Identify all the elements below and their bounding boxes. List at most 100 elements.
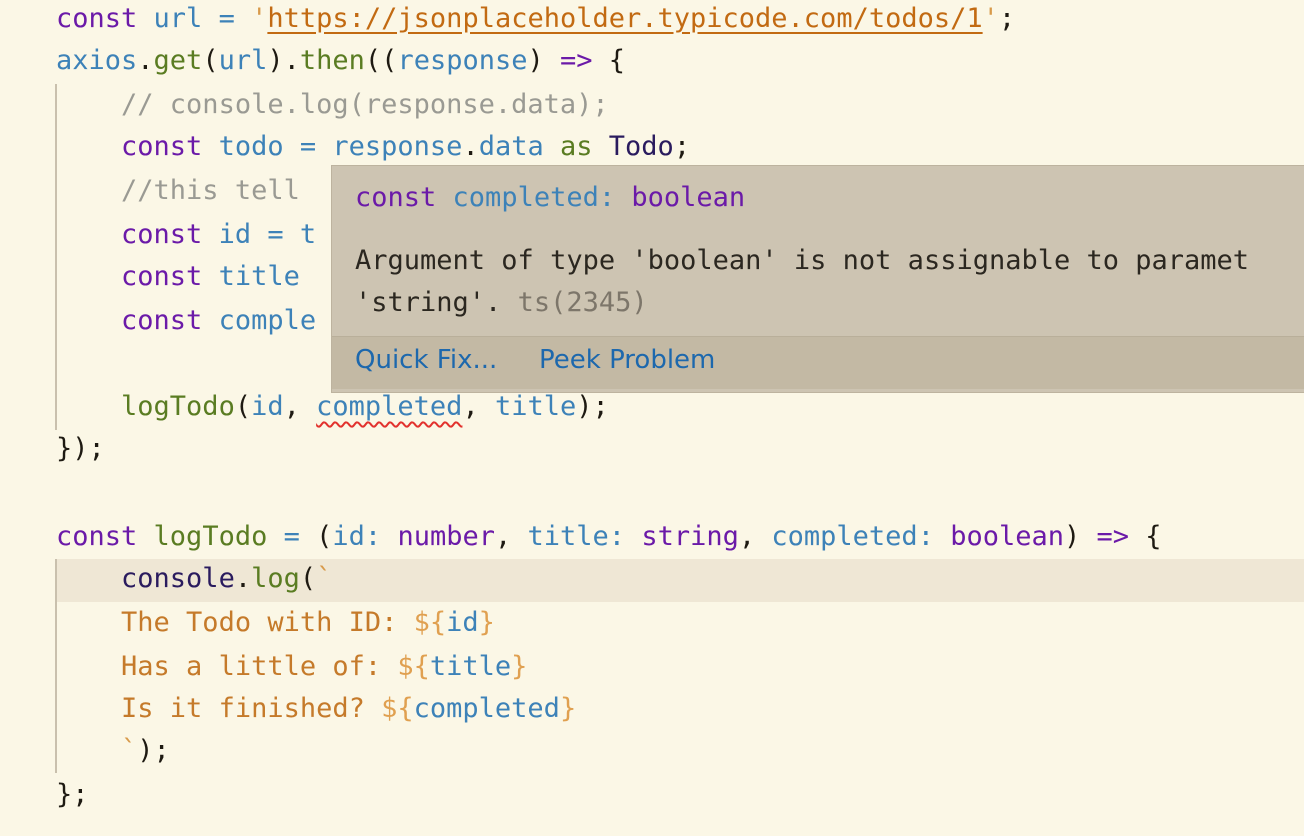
keyword: const: [121, 261, 203, 292]
identifier: title: [218, 261, 300, 292]
arrow-operator: =>: [1096, 521, 1130, 552]
punctuation: (: [202, 45, 219, 76]
type-name: string: [641, 521, 739, 552]
code-line-17[interactable]: Is it finished? ${completed}: [56, 687, 576, 731]
punctuation: };: [56, 779, 89, 810]
code-line-18[interactable]: `);: [56, 729, 170, 773]
hover-actions-bar: Quick Fix... Peek Problem: [332, 336, 1304, 389]
code-line-13[interactable]: const logTodo = (id: number, title: stri…: [56, 515, 1162, 559]
punctuation: ,: [494, 521, 528, 552]
type-name: Todo: [608, 131, 674, 162]
punctuation: :: [364, 521, 382, 552]
code-editor[interactable]: const url = 'https://jsonplaceholder.typ…: [0, 0, 1304, 836]
punctuation: ,: [283, 391, 317, 422]
code-line-16[interactable]: Has a little of: ${title}: [56, 645, 527, 689]
template-text: Has a little of:: [121, 651, 398, 682]
punctuation: {: [1129, 521, 1162, 552]
punctuation: ;: [673, 131, 691, 162]
parameter: response: [397, 45, 528, 76]
template-interp: }: [478, 607, 495, 638]
punctuation: ,: [462, 391, 495, 422]
code-line-19[interactable]: };: [56, 773, 89, 817]
identifier: url: [218, 45, 268, 76]
hover-tooltip[interactable]: const completed: boolean Argument of typ…: [332, 166, 1304, 392]
code-line-11[interactable]: });: [56, 427, 105, 471]
template-text: The Todo with ID:: [121, 607, 414, 638]
template-interp: ${: [381, 693, 414, 724]
function-name: get: [153, 45, 203, 76]
code-line-5[interactable]: //this tell: [56, 169, 300, 213]
quick-fix-link[interactable]: Quick Fix...: [355, 345, 497, 375]
identifier: todo: [218, 131, 284, 162]
operator: =: [267, 521, 317, 552]
parameter: title: [527, 521, 609, 552]
punctuation: );: [576, 391, 609, 422]
function-name: logTodo: [121, 391, 235, 422]
code-line-14[interactable]: console.log(`: [56, 557, 332, 601]
parameter: id: [332, 521, 365, 552]
template-interp: }: [511, 651, 528, 682]
punctuation: ;: [998, 3, 1016, 34]
punctuation: ,: [738, 521, 772, 552]
keyword: const: [121, 219, 203, 250]
punctuation: .: [137, 45, 154, 76]
operator: =: [202, 3, 252, 34]
parameter: completed: [771, 521, 918, 552]
punctuation: .: [462, 131, 479, 162]
keyword: const: [121, 305, 203, 336]
identifier: response: [332, 131, 463, 162]
code-fragment: = t: [251, 219, 317, 250]
type-name: boolean: [950, 521, 1065, 552]
url-link[interactable]: https://jsonplaceholder.typicode.com/tod…: [267, 3, 982, 34]
string-quote: ': [982, 3, 999, 34]
identifier: completed: [413, 693, 560, 724]
punctuation: {: [592, 45, 626, 76]
comment: // console.log(response.data);: [121, 89, 609, 120]
identifier: axios: [56, 45, 138, 76]
string-quote: ': [251, 3, 268, 34]
code-line-2[interactable]: axios.get(url).then((response) => {: [56, 39, 625, 83]
identifier: id: [446, 607, 479, 638]
error-message-line: 'string'.: [355, 287, 502, 318]
hover-signature: const completed: boolean: [355, 178, 745, 218]
punctuation: (: [234, 391, 252, 422]
code-line-7[interactable]: const title: [56, 255, 300, 299]
code-line-6[interactable]: const id = t: [56, 213, 316, 257]
punctuation: ): [527, 45, 560, 76]
peek-problem-link[interactable]: Peek Problem: [539, 345, 715, 375]
identifier: url: [153, 3, 203, 34]
code-line-8[interactable]: const comple: [56, 299, 316, 343]
error-message: Argument of type 'boolean' is not assign…: [355, 240, 1249, 324]
keyword: const: [56, 521, 138, 552]
function-name: logTodo: [153, 521, 268, 552]
code-line-3[interactable]: // console.log(response.data);: [56, 83, 609, 127]
identifier: comple: [218, 305, 317, 336]
error-code: ts(2345): [517, 287, 648, 318]
template-text: Is it finished?: [121, 693, 382, 724]
template-interp: ${: [397, 651, 430, 682]
function-name: log: [251, 563, 300, 594]
arrow-operator: =>: [560, 45, 593, 76]
template-interp: }: [559, 693, 577, 724]
type-name: boolean: [631, 182, 746, 213]
error-squiggle-identifier[interactable]: completed: [316, 391, 462, 422]
punctuation: );: [137, 735, 170, 766]
code-line-15[interactable]: The Todo with ID: ${id}: [56, 601, 495, 645]
error-message-line: Argument of type 'boolean' is not assign…: [355, 245, 1250, 276]
punctuation: ).: [267, 45, 300, 76]
template-interp: ${: [413, 607, 447, 638]
comment: //this tell: [121, 175, 300, 206]
identifier: title: [494, 391, 577, 422]
template-backtick: `: [316, 563, 333, 594]
operator: =: [283, 131, 333, 162]
function-name: then: [299, 45, 365, 76]
keyword: const: [121, 131, 203, 162]
punctuation: });: [56, 433, 105, 464]
punctuation: (: [316, 521, 333, 552]
keyword: const: [56, 3, 138, 34]
identifier: title: [429, 651, 512, 682]
code-line-4[interactable]: const todo = response.data as Todo;: [56, 125, 690, 169]
identifier: completed:: [452, 182, 616, 213]
punctuation: :: [917, 521, 934, 552]
code-line-1[interactable]: const url = 'https://jsonplaceholder.typ…: [56, 0, 1015, 41]
